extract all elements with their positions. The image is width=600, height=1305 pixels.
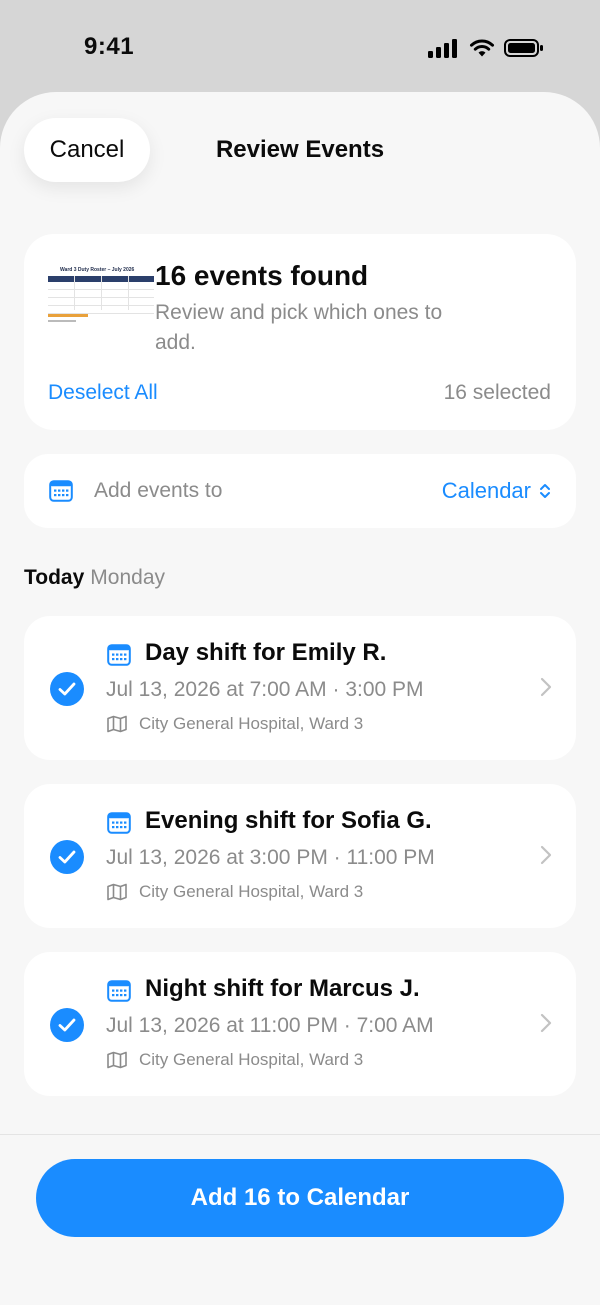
page-title: Review Events xyxy=(215,136,385,163)
chevron-right-icon[interactable] xyxy=(540,845,552,870)
event-selected-checkbox[interactable] xyxy=(50,840,84,874)
summary-card: Ward 3 Duty Roster – July 2026 16 events… xyxy=(24,234,576,430)
calendar-icon xyxy=(107,644,131,671)
thumbnail-title: Ward 3 Duty Roster – July 2026 xyxy=(60,267,135,273)
map-icon xyxy=(106,1051,128,1074)
section-weekday: Monday xyxy=(90,566,166,589)
thumbnail-legend xyxy=(48,314,88,317)
status-bar: 9:41 xyxy=(0,0,600,94)
events-found-description: Review and pick which ones to add. xyxy=(155,301,443,354)
event-selected-checkbox[interactable] xyxy=(50,1008,84,1042)
event-card[interactable]: Night shift for Marcus J. Jul 13, 2026 a… xyxy=(24,952,576,1096)
event-time: Jul 13, 2026 at 11:00 PM · 7:00 AM xyxy=(106,1014,434,1037)
section-day: Today xyxy=(24,566,85,589)
bottom-action-bar: Add 16 to Calendar xyxy=(0,1134,600,1305)
status-icons xyxy=(428,36,544,60)
status-time: 9:41 xyxy=(84,33,135,60)
calendar-picker-row[interactable]: Add events to Calendar xyxy=(24,454,576,528)
source-image-thumbnail[interactable]: Ward 3 Duty Roster – July 2026 xyxy=(46,264,156,326)
event-location: City General Hospital, Ward 3 xyxy=(139,882,364,901)
battery-icon xyxy=(504,39,543,57)
thumbnail-legend xyxy=(48,320,76,322)
add-to-calendar-button[interactable]: Add 16 to Calendar xyxy=(36,1159,564,1237)
review-events-sheet: Cancel Review Events Ward 3 Duty Roster … xyxy=(0,92,600,1305)
events-found-heading: 16 events found xyxy=(155,260,369,291)
checkmark-icon xyxy=(58,1018,76,1032)
chevron-right-icon[interactable] xyxy=(540,1013,552,1038)
event-time: Jul 13, 2026 at 7:00 AM · 3:00 PM xyxy=(106,678,424,701)
chevron-up-down-icon xyxy=(540,484,550,498)
checkmark-icon xyxy=(58,850,76,864)
event-card[interactable]: Evening shift for Sofia G. Jul 13, 2026 … xyxy=(24,784,576,928)
calendar-select[interactable]: Calendar xyxy=(442,478,551,504)
event-location: City General Hospital, Ward 3 xyxy=(139,714,364,733)
calendar-icon xyxy=(107,812,131,839)
event-selected-checkbox[interactable] xyxy=(50,672,84,706)
event-title: Night shift for Marcus J. xyxy=(145,975,420,1002)
event-time: Jul 13, 2026 at 3:00 PM · 11:00 PM xyxy=(106,846,435,869)
map-icon xyxy=(106,883,128,906)
selected-count: 16 selected xyxy=(443,381,551,404)
thumbnail-table-column xyxy=(101,276,102,310)
deselect-all-button[interactable]: Deselect All xyxy=(48,381,158,405)
wifi-icon xyxy=(470,39,494,57)
checkmark-icon xyxy=(58,682,76,696)
section-header: Today Monday xyxy=(24,566,165,590)
cellular-signal-icon xyxy=(428,39,457,58)
calendar-select-value: Calendar xyxy=(441,478,531,503)
chevron-right-icon[interactable] xyxy=(540,677,552,702)
event-card[interactable]: Day shift for Emily R. Jul 13, 2026 at 7… xyxy=(24,616,576,760)
thumbnail-table-column xyxy=(128,276,129,310)
map-icon xyxy=(106,715,128,738)
thumbnail-table-column xyxy=(74,276,75,310)
calendar-icon xyxy=(49,480,73,507)
calendar-icon xyxy=(107,980,131,1007)
event-location: City General Hospital, Ward 3 xyxy=(139,1050,364,1069)
event-title: Evening shift for Sofia G. xyxy=(145,807,432,834)
event-title: Day shift for Emily R. xyxy=(145,639,387,666)
add-events-to-label: Add events to xyxy=(94,479,223,502)
